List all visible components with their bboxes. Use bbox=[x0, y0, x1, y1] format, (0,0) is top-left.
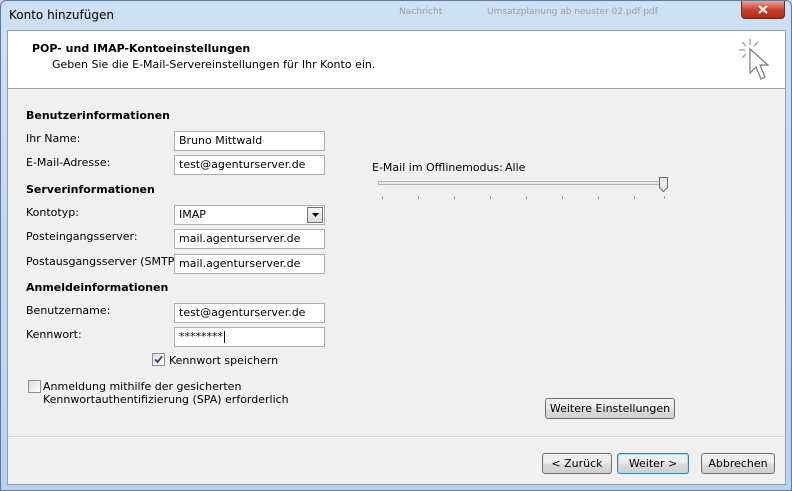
slider-tick bbox=[418, 196, 419, 199]
background-tab: Umsatzplanung ab neuster 02.pdf pdf bbox=[487, 7, 658, 17]
password-field[interactable]: ******** bbox=[174, 327, 325, 347]
account-type-label: Kontotyp: bbox=[26, 206, 79, 219]
title-bar[interactable]: Konto hinzufügen Nachricht Umsatzplanung… bbox=[1, 1, 791, 29]
cancel-button[interactable]: Abbrechen bbox=[701, 453, 775, 474]
incoming-server-field[interactable]: mail.agenturserver.de bbox=[174, 229, 325, 249]
name-field[interactable]: Bruno Mittwald bbox=[174, 131, 325, 151]
account-type-select[interactable]: IMAP bbox=[174, 205, 325, 225]
background-tab: Nachricht bbox=[399, 7, 443, 17]
chevron-down-icon bbox=[311, 213, 319, 217]
offline-mode-label: E-Mail im Offlinemodus: bbox=[372, 161, 503, 174]
offline-slider-thumb[interactable] bbox=[659, 177, 668, 192]
dialog-window: Konto hinzufügen Nachricht Umsatzplanung… bbox=[0, 0, 792, 491]
slider-tick bbox=[664, 196, 665, 199]
spa-label-line1[interactable]: Anmeldung mithilfe der gesicherten bbox=[43, 380, 241, 393]
login-info-heading: Anmeldeinformationen bbox=[26, 281, 169, 294]
password-mask: ******** bbox=[179, 330, 223, 343]
outgoing-server-field[interactable]: mail.agenturserver.de bbox=[174, 254, 325, 274]
close-icon bbox=[758, 5, 768, 14]
slider-tick bbox=[598, 196, 599, 199]
offline-slider-track[interactable] bbox=[378, 181, 668, 185]
username-field[interactable]: test@agenturserver.de bbox=[174, 303, 325, 323]
password-label: Kennwort: bbox=[26, 328, 82, 341]
dialog-body: POP- und IMAP-Kontoeinstellungen Geben S… bbox=[7, 30, 786, 485]
spa-label-line2[interactable]: Kennwortauthentifizierung (SPA) erforder… bbox=[43, 393, 289, 406]
wizard-header: POP- und IMAP-Kontoeinstellungen Geben S… bbox=[8, 31, 785, 89]
spa-checkbox[interactable] bbox=[28, 380, 41, 393]
wizard-cursor-icon bbox=[739, 39, 770, 80]
dropdown-button[interactable] bbox=[307, 207, 323, 223]
incoming-server-label: Posteingangsserver: bbox=[26, 230, 138, 243]
email-label: E-Mail-Adresse: bbox=[26, 156, 111, 169]
server-info-heading: Serverinformationen bbox=[26, 183, 155, 196]
username-label: Benutzername: bbox=[26, 304, 111, 317]
next-button[interactable]: Weiter > bbox=[617, 453, 689, 474]
window-title: Konto hinzufügen bbox=[9, 8, 114, 22]
remember-password-checkbox[interactable] bbox=[152, 353, 165, 366]
slider-tick bbox=[382, 196, 383, 199]
slider-tick bbox=[454, 196, 455, 199]
name-label: Ihr Name: bbox=[26, 132, 81, 145]
page-title: POP- und IMAP-Kontoeinstellungen bbox=[32, 42, 251, 55]
account-type-value: IMAP bbox=[179, 208, 206, 221]
page-subtitle: Geben Sie die E-Mail-Servereinstellungen… bbox=[52, 58, 376, 71]
slider-tick bbox=[490, 196, 491, 199]
user-info-heading: Benutzerinformationen bbox=[26, 109, 171, 122]
outgoing-server-label: Postausgangsserver (SMTP): bbox=[26, 255, 183, 268]
close-button[interactable] bbox=[741, 1, 785, 19]
back-button[interactable]: < Zurück bbox=[542, 453, 612, 474]
email-field[interactable]: test@agenturserver.de bbox=[174, 155, 325, 175]
slider-tick bbox=[562, 196, 563, 199]
footer-divider-highlight bbox=[8, 437, 785, 438]
remember-password-label[interactable]: Kennwort speichern bbox=[169, 354, 278, 367]
text-caret bbox=[224, 331, 225, 343]
offline-mode-value: Alle bbox=[505, 161, 526, 174]
more-settings-button[interactable]: Weitere Einstellungen bbox=[545, 398, 675, 419]
slider-tick bbox=[634, 196, 635, 199]
slider-tick bbox=[526, 196, 527, 199]
checkmark-icon bbox=[154, 355, 163, 364]
